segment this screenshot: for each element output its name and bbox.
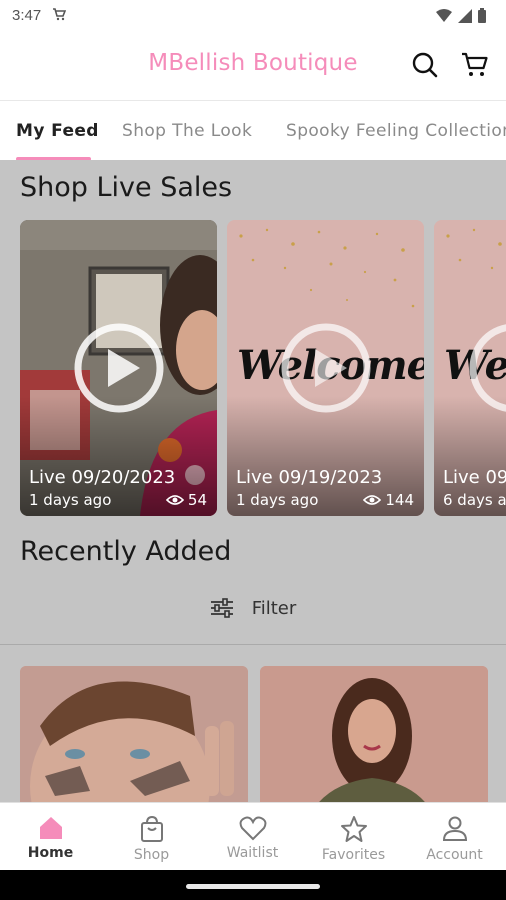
live-sale-age: 1 days ago	[236, 491, 319, 509]
product-image	[20, 666, 248, 802]
nav-waitlist[interactable]: Waitlist	[202, 803, 303, 871]
shopping-notification-icon	[53, 8, 66, 21]
search-icon	[412, 52, 438, 78]
live-sale-card[interactable]: We Live 09/ 6 days a	[434, 220, 506, 516]
play-icon[interactable]	[281, 323, 371, 413]
nav-label: Waitlist	[226, 845, 279, 861]
nav-home[interactable]: Home	[0, 803, 101, 871]
section-divider	[0, 644, 506, 645]
product-card[interactable]	[20, 666, 248, 802]
bottom-navigation: Home Shop Waitlist Favorites Account	[0, 802, 506, 871]
app-bar: MBellish Boutique	[0, 32, 506, 100]
battery-icon	[478, 8, 486, 23]
nav-label: Home	[27, 845, 74, 861]
status-bar: 3:47	[0, 0, 506, 32]
star-icon	[340, 816, 367, 842]
play-icon[interactable]	[469, 323, 506, 413]
nav-label: Shop	[133, 847, 170, 863]
tab-my-feed[interactable]: My Feed	[16, 121, 99, 141]
live-sale-age: 6 days a	[443, 491, 506, 509]
live-sales-carousel[interactable]: Live 09/20/2023 1 days ago 54 Welcome	[20, 220, 506, 516]
nav-account[interactable]: Account	[404, 803, 505, 871]
live-sale-title: Live 09/19/2023	[236, 467, 383, 488]
nav-label: Account	[426, 847, 483, 863]
home-gesture-handle[interactable]	[186, 884, 320, 889]
live-sales-heading: Shop Live Sales	[20, 172, 233, 203]
system-navigation-bar	[0, 870, 506, 900]
live-sale-card[interactable]: Welcome Live 09/19/2023 1 days ago 144	[227, 220, 424, 516]
feed-content[interactable]: Shop Live Sales Live 09/20/2023 1 days a…	[0, 160, 506, 802]
eye-icon	[363, 495, 382, 505]
filter-sliders-icon	[210, 598, 233, 618]
view-count: 144	[363, 491, 414, 509]
search-button[interactable]	[408, 48, 442, 82]
shopping-bag-icon	[140, 815, 163, 842]
live-sale-title: Live 09/	[443, 467, 506, 488]
eye-icon	[165, 495, 184, 505]
cart-icon	[462, 52, 488, 76]
filter-label: Filter	[251, 597, 297, 619]
cell-signal-icon	[458, 8, 472, 23]
product-image	[260, 666, 488, 802]
system-indicators	[436, 8, 486, 23]
nav-favorites[interactable]: Favorites	[303, 803, 404, 871]
wifi-icon	[436, 8, 452, 22]
status-time: 3:47	[12, 7, 42, 24]
tab-shop-the-look[interactable]: Shop The Look	[122, 121, 252, 141]
feed-tabs: My Feed Shop The Look Spooky Feeling Col…	[0, 100, 506, 161]
view-count: 54	[165, 491, 207, 509]
live-sale-age: 1 days ago	[29, 491, 112, 509]
live-sale-card[interactable]: Live 09/20/2023 1 days ago 54	[20, 220, 217, 516]
view-count-value: 144	[385, 491, 414, 509]
cart-button[interactable]	[458, 48, 492, 82]
nav-label: Favorites	[321, 847, 386, 863]
play-icon[interactable]	[74, 323, 164, 413]
view-count-value: 54	[187, 491, 207, 509]
heart-icon	[239, 816, 266, 841]
nav-shop[interactable]: Shop	[101, 803, 202, 871]
live-sale-title: Live 09/20/2023	[29, 467, 176, 488]
product-card[interactable]	[260, 666, 488, 802]
recently-added-heading: Recently Added	[20, 536, 232, 567]
tab-spooky-feeling-collection[interactable]: Spooky Feeling Collection	[286, 121, 506, 141]
home-icon	[39, 817, 62, 839]
filter-button[interactable]: Filter	[0, 586, 506, 630]
person-icon	[442, 816, 467, 841]
